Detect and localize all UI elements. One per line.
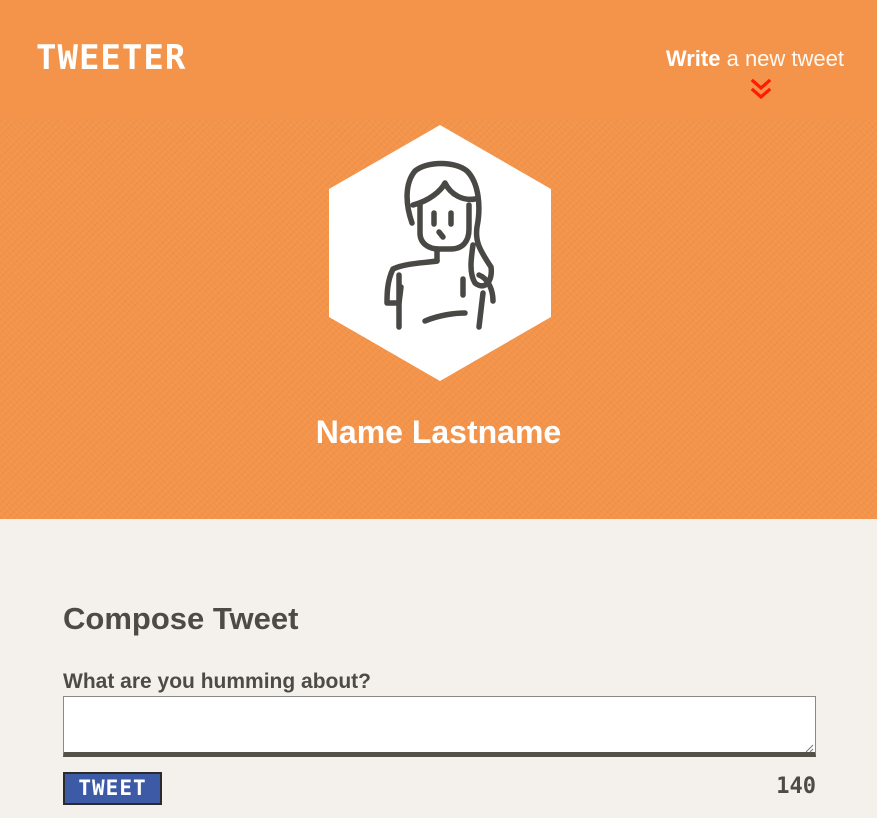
- character-counter: 140: [776, 774, 816, 799]
- write-new-tweet-strong: Write: [665, 46, 721, 71]
- tweet-input-label: What are you humming about?: [63, 670, 371, 693]
- compose-section: Compose Tweet What are you humming about…: [63, 600, 816, 805]
- tweet-submit-button[interactable]: TWEET: [63, 772, 162, 805]
- navbar: TWEETER Write a new tweet: [0, 0, 877, 120]
- tweet-textarea[interactable]: [63, 696, 816, 757]
- double-chevron-down-icon[interactable]: [749, 78, 773, 102]
- woman-avatar-icon: [329, 125, 551, 381]
- profile-name: Name Lastname: [315, 414, 562, 450]
- profile-banner: Name Lastname: [0, 120, 877, 519]
- compose-title: Compose Tweet: [63, 601, 299, 636]
- brand-logo[interactable]: TWEETER: [36, 38, 186, 78]
- write-new-tweet-rest: a new tweet: [720, 46, 844, 71]
- resize-grip-icon[interactable]: [805, 744, 814, 753]
- write-new-tweet-link[interactable]: Write a new tweet: [666, 45, 844, 73]
